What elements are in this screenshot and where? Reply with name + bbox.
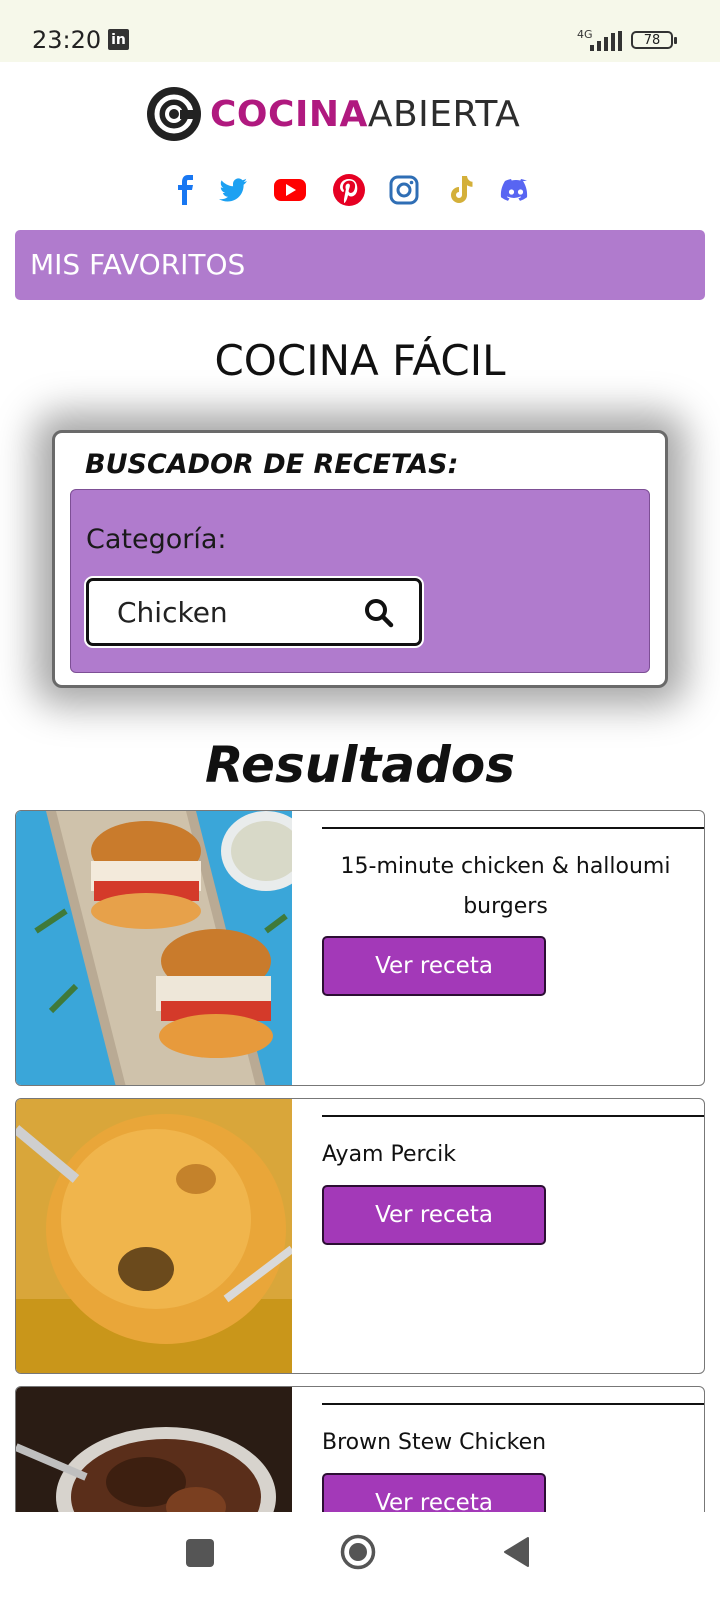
card-divider [322,1115,704,1117]
status-bar: 23:20 in 4G 78 [0,0,720,62]
category-input-value[interactable]: Chicken [117,596,228,629]
recipe-card: Brown Stew Chicken Ver receta [15,1386,705,1512]
back-button[interactable] [502,1536,530,1568]
view-recipe-button[interactable]: Ver receta [322,1185,546,1245]
discord-icon[interactable] [498,172,534,208]
home-button[interactable] [340,1534,376,1570]
twitter-icon[interactable] [214,172,250,208]
favorites-button[interactable]: MIS FAVORITOS [15,230,705,300]
logo-text-part1: COCINA [210,93,368,135]
category-input[interactable]: Chicken [86,578,422,646]
status-time: 23:20 [32,26,102,54]
results-title: Resultados [205,736,515,794]
logo-text-part2: ABIERTA [367,93,521,135]
pinterest-icon[interactable] [331,172,367,208]
search-icon[interactable] [363,597,395,629]
search-title: BUSCADOR DE RECETAS: [85,449,459,480]
recent-apps-button[interactable] [186,1539,214,1567]
search-panel: Categoría: Chicken [70,489,650,673]
results-list: 15-minute chicken & halloumi burgers Ver… [0,810,720,1512]
card-divider [322,1403,704,1405]
category-label: Categoría: [86,524,227,555]
logo-text: COCINAABIERTA [210,94,520,135]
page-title: COCINA FÁCIL [214,336,506,385]
recipe-photo[interactable] [16,1099,292,1374]
recipe-photo[interactable] [16,811,292,1086]
view-recipe-button[interactable]: Ver receta [322,1473,546,1512]
linkedin-icon: in [108,29,129,50]
youtube-icon[interactable] [272,172,308,208]
battery-icon: 78 [631,31,677,49]
recipe-photo[interactable] [16,1387,292,1512]
recipe-search-card: BUSCADOR DE RECETAS: Categoría: Chicken [52,430,668,688]
logo-mark-icon [147,87,201,141]
recipe-name: Brown Stew Chicken [322,1430,547,1455]
card-divider [322,827,704,829]
recipe-card: 15-minute chicken & halloumi burgers Ver… [15,810,705,1086]
recipe-name: 15-minute chicken & halloumi burgers [340,854,671,919]
site-logo[interactable]: COCINAABIERTA [146,86,520,142]
signal-icon [590,31,622,51]
system-navigation-bar [0,1512,720,1600]
recipe-card: Ayam Percik Ver receta [15,1098,705,1374]
tiktok-icon[interactable] [442,172,478,208]
recipe-name: Ayam Percik [322,1142,457,1167]
facebook-icon[interactable] [168,172,204,208]
instagram-icon[interactable] [386,172,422,208]
view-recipe-button[interactable]: Ver receta [322,936,546,996]
